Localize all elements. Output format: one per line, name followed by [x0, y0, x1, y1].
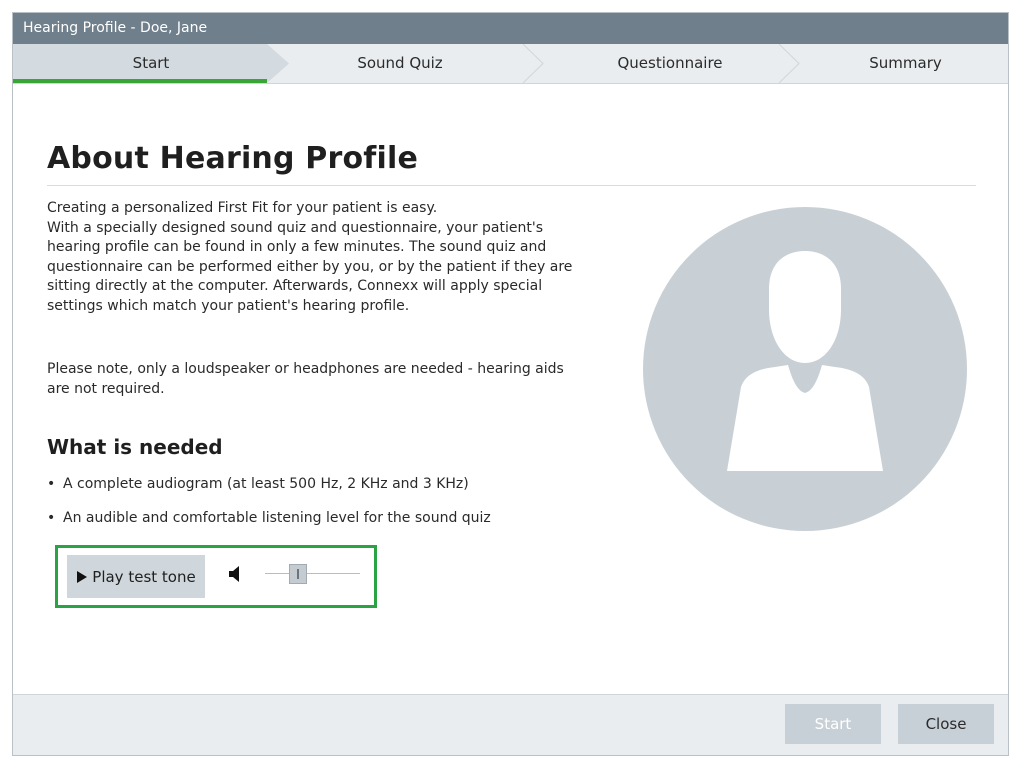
play-test-tone-label: Play test tone: [92, 567, 196, 586]
volume-slider[interactable]: [265, 564, 360, 584]
window-titlebar: Hearing Profile - Doe, Jane: [13, 13, 1008, 44]
list-item: • An audible and comfortable listening le…: [47, 510, 491, 526]
intro-line: questionnaire can be performed either by…: [47, 258, 573, 275]
needed-title: What is needed: [47, 435, 223, 459]
intro-line: hearing profile can be found in only a f…: [47, 239, 547, 256]
step-summary[interactable]: Summary: [803, 44, 1008, 83]
user-silhouette-icon: [643, 207, 967, 531]
step-sound-quiz[interactable]: Sound Quiz: [289, 44, 511, 83]
intro-line: Creating a personalized First Fit for yo…: [47, 200, 438, 216]
bullet-icon: •: [47, 510, 56, 526]
note-line: Please note, only a loudspeaker or headp…: [47, 361, 564, 377]
play-test-tone-button[interactable]: Play test tone: [67, 555, 205, 598]
list-item-text: An audible and comfortable listening lev…: [63, 510, 491, 526]
speaker-icon: [229, 566, 239, 582]
intro-line: With a specially designed sound quiz and…: [47, 219, 543, 236]
main-content: About Hearing Profile Creating a persona…: [13, 84, 1008, 695]
list-item: • A complete audiogram (at least 500 Hz, …: [47, 476, 469, 492]
dialog-footer: Start Close: [13, 694, 1008, 755]
window-title: Hearing Profile - Doe, Jane: [23, 20, 208, 36]
step-summary-label: Summary: [869, 54, 942, 72]
step-questionnaire-label: Questionnaire: [617, 54, 723, 72]
step-separator-icon: [522, 44, 544, 83]
hearing-profile-window: Hearing Profile - Doe, Jane Start Sound …: [12, 12, 1009, 756]
wizard-steps: Start Sound Quiz Questionnaire Summary: [13, 44, 1008, 84]
step-questionnaire[interactable]: Questionnaire: [547, 44, 793, 83]
page-title: About Hearing Profile: [47, 141, 419, 176]
step-start[interactable]: Start: [13, 44, 289, 83]
active-step-indicator: [13, 79, 267, 83]
bullet-icon: •: [47, 476, 56, 492]
note-paragraph: Please note, only a loudspeaker or headp…: [47, 360, 637, 399]
play-icon: [77, 570, 88, 583]
title-divider: [47, 185, 976, 186]
intro-line: sitting directly at the computer. Afterw…: [47, 278, 543, 295]
step-separator-icon: [778, 44, 800, 83]
list-item-text: A complete audiogram (at least 500 Hz, 2…: [63, 476, 469, 492]
step-sound-quiz-label: Sound Quiz: [357, 54, 443, 72]
note-line: are not required.: [47, 380, 165, 397]
volume-slider-track: [265, 573, 360, 574]
intro-paragraph: Creating a personalized First Fit for yo…: [47, 199, 637, 317]
test-tone-panel: Play test tone: [55, 545, 377, 608]
start-button[interactable]: Start: [785, 704, 881, 744]
close-button[interactable]: Close: [898, 704, 994, 744]
volume-slider-thumb[interactable]: [289, 564, 308, 584]
intro-line: settings which match your patient's hear…: [47, 297, 410, 314]
step-start-label: Start: [132, 54, 170, 72]
